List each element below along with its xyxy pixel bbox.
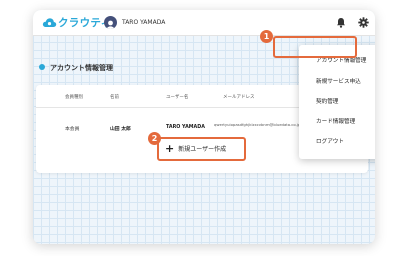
create-user-button[interactable]: + 新規ユーザー作成 (157, 137, 246, 161)
create-user-inner: + 新規ユーザー作成 (165, 142, 227, 156)
header-user-name: TARO YAMADA (122, 19, 166, 26)
create-user-label: 新規ユーザー作成 (178, 146, 227, 153)
step-badge-1: 1 (260, 30, 273, 43)
plus-icon: + (165, 142, 175, 155)
column-header-username: ユーザー名 (166, 95, 189, 100)
page-title-text: アカウント情報管理 (50, 64, 113, 72)
column-header-email: メールアドレス (223, 95, 255, 100)
title-dot-icon (39, 64, 45, 70)
user-avatar-icon[interactable] (104, 16, 117, 29)
menu-item-logout[interactable]: ログアウト (316, 137, 344, 145)
menu-item-contract[interactable]: 契約管理 (316, 97, 338, 105)
column-header-name: 名前 (110, 95, 119, 100)
cell-name: 山田 太郎 (110, 127, 131, 132)
menu-item-card-info[interactable]: カード情報管理 (316, 117, 355, 125)
step-badge-2: 2 (148, 132, 161, 145)
top-bar: クラウティ TARO YAMADA (33, 10, 375, 36)
menu-item-new-service[interactable]: 新規サービス申込 (316, 77, 361, 85)
column-header-member-type: 会員種別 (65, 95, 83, 100)
cell-username: TARO YAMADA (166, 125, 205, 130)
cell-email: qwertyuiopasdfghjklzxcvbnm@bluedata.co.j… (214, 122, 301, 127)
menu-highlight-box (273, 36, 357, 58)
page-title: アカウント情報管理 (39, 63, 113, 73)
cell-member-type: 本会員 (65, 127, 80, 132)
gear-icon[interactable] (358, 17, 369, 28)
settings-dropdown-menu: アカウント情報管理 新規サービス申込 契約管理 カード情報管理 ログアウト (299, 45, 375, 159)
cloud-logo-icon (42, 18, 57, 27)
bell-icon[interactable] (336, 17, 346, 28)
